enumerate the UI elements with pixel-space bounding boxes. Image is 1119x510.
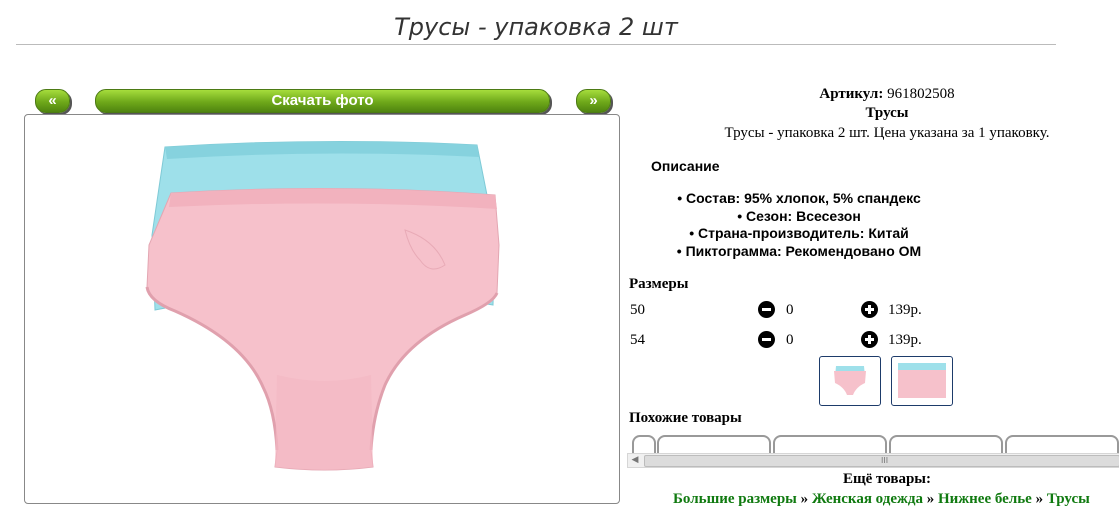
property-item: Состав: 95% хлопок, 5% спандекс: [629, 190, 969, 208]
photo-thumbnail[interactable]: [819, 356, 881, 406]
prev-photo-button[interactable]: «: [35, 89, 70, 113]
more-products-heading: Ещё товары:: [842, 471, 932, 487]
properties-list: Состав: 95% хлопок, 5% спандекс Сезон: В…: [629, 190, 969, 260]
download-photo-button[interactable]: Скачать фото: [95, 89, 550, 113]
size-label: 50: [630, 302, 645, 318]
page-title: Трусы - упаковка 2 шт: [16, 10, 1056, 45]
description-heading: Описание: [651, 158, 720, 174]
scrollbar-grip: III: [881, 456, 889, 465]
photo-thumbnail[interactable]: [891, 356, 953, 406]
similar-item-card[interactable]: [889, 435, 1003, 453]
product-name: Трусы: [865, 105, 909, 121]
breadcrumb-link[interactable]: Женская одежда: [812, 491, 923, 507]
size-row: 50 0 139р.: [629, 300, 1029, 322]
quantity-value: 0: [786, 332, 794, 348]
next-photo-button[interactable]: »: [576, 89, 611, 113]
article-line: Артикул: 961802508: [629, 86, 1119, 103]
breadcrumb-separator: »: [1035, 491, 1044, 507]
size-label: 54: [630, 332, 645, 348]
property-item: Пиктограмма: Рекомендовано ОМ: [629, 243, 969, 261]
sizes-heading: Размеры: [629, 276, 689, 292]
scroll-left-icon[interactable]: ◀: [628, 454, 642, 467]
minus-icon[interactable]: [758, 301, 775, 318]
product-description: Трусы - упаковка 2 шт. Цена указана за 1…: [724, 125, 1050, 141]
underwear-image: [145, 140, 500, 471]
similar-heading: Похожие товары: [629, 410, 742, 426]
size-row: 54 0 139р.: [629, 330, 1029, 352]
breadcrumb-separator: »: [926, 491, 935, 507]
horizontal-scrollbar[interactable]: ◀ III: [627, 453, 1119, 468]
similar-item-card[interactable]: [1005, 435, 1119, 453]
plus-icon[interactable]: [861, 301, 878, 318]
article-label: Артикул:: [819, 86, 884, 102]
thumbnail-image: [898, 363, 946, 398]
similar-item-card[interactable]: [657, 435, 771, 453]
property-item: Страна-производитель: Китай: [629, 225, 969, 243]
price: 139р.: [888, 332, 922, 348]
plus-icon[interactable]: [861, 331, 878, 348]
thumbnail-image: [834, 366, 866, 395]
breadcrumb-link[interactable]: Трусы: [1047, 491, 1090, 507]
similar-carousel: [629, 435, 1119, 453]
article-value: 961802508: [887, 86, 955, 102]
breadcrumb-separator: »: [800, 491, 809, 507]
breadcrumb-link[interactable]: Большие размеры: [673, 491, 797, 507]
breadcrumb: Большие размеры » Женская одежда » Нижне…: [673, 491, 1119, 508]
quantity-value: 0: [786, 302, 794, 318]
minus-icon[interactable]: [758, 331, 775, 348]
similar-item-card[interactable]: [632, 435, 656, 453]
price: 139р.: [888, 302, 922, 318]
scrollbar-thumb[interactable]: III: [644, 455, 1119, 467]
product-photo[interactable]: [24, 114, 620, 504]
similar-item-card[interactable]: [773, 435, 887, 453]
property-item: Сезон: Всесезон: [629, 208, 969, 226]
breadcrumb-link[interactable]: Нижнее белье: [938, 491, 1032, 507]
